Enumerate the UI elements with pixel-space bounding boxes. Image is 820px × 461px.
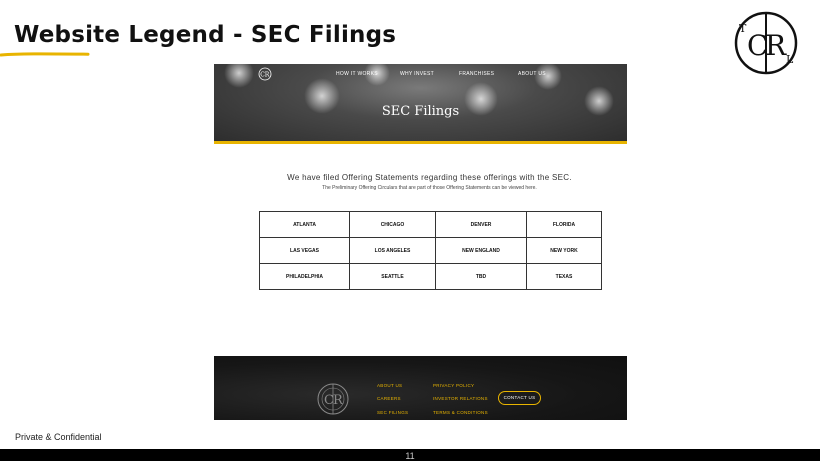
footer-link-careers[interactable]: CAREERS (377, 396, 401, 401)
footer-link-sec-filings[interactable]: SEC FILINGS (377, 410, 408, 415)
sec-filings-table: ATLANTA CHICAGO DENVER FLORIDA LAS VEGAS… (259, 211, 602, 290)
footer-link-terms-conditions[interactable]: TERMS & CONDITIONS (433, 410, 488, 415)
hero-banner: CR HOW IT WORKS WHY INVEST FRANCHISES AB… (214, 64, 627, 144)
filing-link-chicago[interactable]: CHICAGO (349, 211, 436, 238)
stadium-light (534, 64, 562, 90)
table-row: ATLANTA CHICAGO DENVER FLORIDA (259, 211, 602, 238)
filing-link-texas[interactable]: TEXAS (526, 263, 602, 290)
logo-letter-l: L (786, 53, 794, 66)
filing-link-seattle[interactable]: SEATTLE (349, 263, 436, 290)
table-row: LAS VEGAS LOS ANGELES NEW ENGLAND NEW YO… (259, 237, 602, 264)
logo-letter-t: T (739, 22, 747, 35)
tcrl-monogram-icon: T C R L (734, 11, 798, 75)
stadium-light (224, 64, 254, 88)
slide-title: Website Legend - SEC Filings (14, 22, 397, 48)
nav-franchises[interactable]: FRANCHISES (459, 71, 494, 77)
footer-logo-icon[interactable]: C R (316, 382, 350, 416)
filing-link-atlanta[interactable]: ATLANTA (259, 211, 350, 238)
website-screenshot: CR HOW IT WORKS WHY INVEST FRANCHISES AB… (214, 64, 627, 420)
filing-link-new-york[interactable]: NEW YORK (526, 237, 602, 264)
table-row: PHILADELPHIA SEATTLE TBD TEXAS (259, 263, 602, 290)
footer-link-investor-relations[interactable]: INVESTOR RELATIONS (433, 396, 488, 401)
filing-link-florida[interactable]: FLORIDA (526, 211, 602, 238)
logo-letter-r: R (765, 29, 787, 62)
footer-logo-letter-r: R (333, 393, 344, 408)
footer-link-privacy-policy[interactable]: PRIVACY POLICY (433, 383, 474, 388)
nav-why-invest[interactable]: WHY INVEST (400, 71, 434, 77)
contact-us-button[interactable]: CONTACT US (498, 391, 541, 405)
site-logo[interactable]: CR (258, 67, 272, 81)
intro-text: We have filed Offering Statements regard… (287, 173, 572, 182)
site-logo-text: CR (260, 71, 270, 78)
filing-link-las-vegas[interactable]: LAS VEGAS (259, 237, 350, 264)
footer-link-about-us[interactable]: ABOUT US (377, 383, 402, 388)
title-underline-stroke (0, 52, 90, 57)
hero-accent-bar (214, 141, 627, 144)
intro-subtext: The Preliminary Offering Circulars that … (322, 185, 537, 191)
filing-link-new-england[interactable]: NEW ENGLAND (435, 237, 527, 264)
page-number: 11 (405, 451, 415, 461)
site-footer: C R ABOUT US CAREERS SEC FILINGS PRIVACY… (214, 356, 627, 420)
filing-link-tbd[interactable]: TBD (435, 263, 527, 290)
nav-about-us[interactable]: ABOUT US (518, 71, 546, 77)
filing-link-los-angeles[interactable]: LOS ANGELES (349, 237, 436, 264)
filing-link-philadelphia[interactable]: PHILADELPHIA (259, 263, 350, 290)
filing-link-denver[interactable]: DENVER (435, 211, 527, 238)
nav-how-it-works[interactable]: HOW IT WORKS (336, 71, 378, 77)
confidential-label: Private & Confidential (15, 432, 102, 442)
hero-title: SEC Filings (381, 104, 460, 119)
